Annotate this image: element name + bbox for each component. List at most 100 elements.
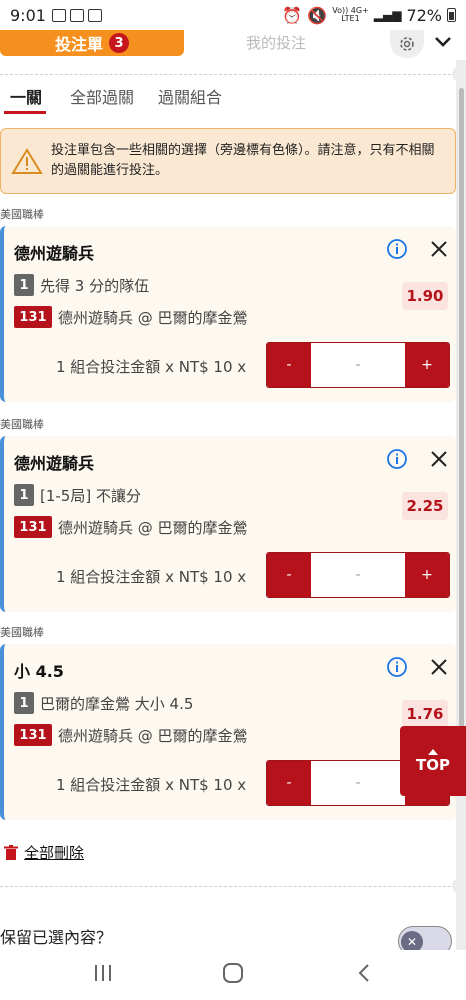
info-icon [387,449,407,469]
ticket-notch [452,66,456,82]
trash-icon [4,844,18,860]
settings-button[interactable] [390,30,424,58]
selection-text: [1-5局] 不讓分 [40,486,141,505]
betslip-count-badge: 3 [109,33,129,53]
odds-value: 1.76 [402,700,448,728]
event-text: 德州遊騎兵 @ 巴爾的摩金鶯 [58,726,248,745]
bet-title: 德州遊騎兵 [14,454,95,473]
tab-parlay-combos[interactable]: 過關組合 [158,84,222,114]
ticket-notch [452,878,456,894]
info-button[interactable] [386,448,408,474]
betslip-panel: 一關 全部過關 過關組合 投注單包含一些相關的選擇（旁邊標有色條）。請注意，只有… [0,60,456,950]
check-icon [87,8,102,22]
back-to-top-button[interactable]: TOP [400,726,466,796]
close-icon [431,451,447,467]
event-line: 131 德州遊騎兵 @ 巴爾的摩金鶯 [14,306,248,328]
delete-all-label: 全部刪除 [24,844,85,862]
back-icon [358,964,369,982]
recent-apps-button[interactable] [92,962,114,988]
odds-value: 1.90 [402,282,448,310]
increase-stake-button[interactable]: + [405,343,449,387]
event-number: 131 [14,306,52,328]
selection-line: 1 先得 3 分的隊伍 [14,274,149,296]
warning-text: 投注單包含一些相關的選擇（旁邊標有色條）。請注意，只有不相關的過關能進行投注。 [51,143,435,178]
tab-my-bets[interactable]: 我的投注 [246,32,306,53]
mail-icon [69,8,84,22]
decrease-stake-button[interactable]: - [267,761,311,805]
related-selection-warning: 投注單包含一些相關的選擇（旁邊標有色條）。請注意，只有不相關的過關能進行投注。 [0,128,456,194]
home-icon [223,963,243,983]
selection-number: 1 [14,692,34,714]
odds-value: 2.25 [402,492,448,520]
delete-all-button[interactable]: 全部刪除 [4,842,84,863]
remove-bet-button[interactable] [428,448,450,474]
close-icon [431,241,447,257]
keep-selections-label: 保留已選內容？ [0,928,113,947]
stake-stepper: - - + [266,342,450,388]
bet-card: 德州遊騎兵 1 先得 3 分的隊伍 1.90 131 德州遊騎兵 @ 巴爾的摩金… [0,226,456,402]
stake-input[interactable]: - [311,343,405,387]
scrollbar[interactable] [459,88,464,796]
info-button[interactable] [386,238,408,264]
tab-single[interactable]: 一關 [4,84,47,114]
remove-bet-button[interactable] [428,656,450,682]
battery-percent: 72% [406,5,442,25]
clock: 9:01 [10,5,46,25]
tab-betslip-label: 投注單 [54,35,103,54]
back-button[interactable] [354,962,376,988]
keep-selections-toggle[interactable]: ✕ [398,926,452,950]
tab-all-parlays[interactable]: 全部過關 [70,84,134,114]
bet-card: 德州遊騎兵 1 [1-5局] 不讓分 2.25 131 德州遊騎兵 @ 巴爾的摩… [0,436,456,612]
divider [0,74,456,75]
signal-icon: ▂▄▆ [373,8,402,22]
divider [0,886,456,887]
toggle-off-icon: ✕ [401,931,423,950]
home-button[interactable] [222,962,244,988]
bet-type-tabs: 一關 全部過關 過關組合 [0,84,246,114]
mute-icon: 🔇 [307,5,328,25]
league-label: 美國職棒 [0,626,44,639]
stake-input[interactable]: - [311,553,405,597]
info-icon [387,239,407,259]
bet-card: 小 4.5 1 巴爾的摩金鶯 大小 4.5 1.76 131 德州遊騎兵 @ 巴… [0,644,456,820]
stake-label: 1 組合投注金額 x NT$ 10 x [56,358,247,376]
event-text: 德州遊騎兵 @ 巴爾的摩金鶯 [58,308,248,327]
bet-title: 小 4.5 [14,662,64,681]
info-icon [387,657,407,677]
caret-up-icon [428,749,438,755]
tab-betslip[interactable]: 投注單 3 [0,30,184,56]
recent-apps-icon [95,965,111,981]
battery-icon [447,8,456,22]
event-line: 131 德州遊騎兵 @ 巴爾的摩金鶯 [14,516,248,538]
event-number: 131 [14,724,52,746]
alarm-icon: ⏰ [282,5,303,25]
selection-text: 巴爾的摩金鶯 大小 4.5 [40,694,194,713]
event-text: 德州遊騎兵 @ 巴爾的摩金鶯 [58,518,248,537]
close-icon [431,659,447,675]
selection-line: 1 巴爾的摩金鶯 大小 4.5 [14,692,193,714]
league-label: 美國職棒 [0,208,44,221]
bet-title: 德州遊騎兵 [14,244,95,263]
league-label: 美國職棒 [0,418,44,431]
gear-icon [400,37,414,51]
status-bar: 9:01 ⏰ 🔇 Vo)) 4G+ LTE1 ▂▄▆ 72% [0,0,466,30]
network-bottom-label: LTE1 [341,14,360,23]
selection-number: 1 [14,484,34,506]
notification-icons [51,8,102,22]
event-number: 131 [14,516,52,538]
event-line: 131 德州遊騎兵 @ 巴爾的摩金鶯 [14,724,248,746]
stake-label: 1 組合投注金額 x NT$ 10 x [56,776,247,794]
decrease-stake-button[interactable]: - [267,343,311,387]
selection-line: 1 [1-5局] 不讓分 [14,484,141,506]
system-nav-bar [0,950,466,1000]
decrease-stake-button[interactable]: - [267,553,311,597]
stake-input[interactable]: - [311,761,405,805]
network-indicator: Vo)) 4G+ LTE1 [332,7,369,23]
collapse-button[interactable] [432,34,454,54]
chevron-down-icon [435,37,451,47]
increase-stake-button[interactable]: + [405,553,449,597]
remove-bet-button[interactable] [428,238,450,264]
selection-text: 先得 3 分的隊伍 [40,276,150,295]
info-button[interactable] [386,656,408,682]
stake-stepper: - - + [266,552,450,598]
